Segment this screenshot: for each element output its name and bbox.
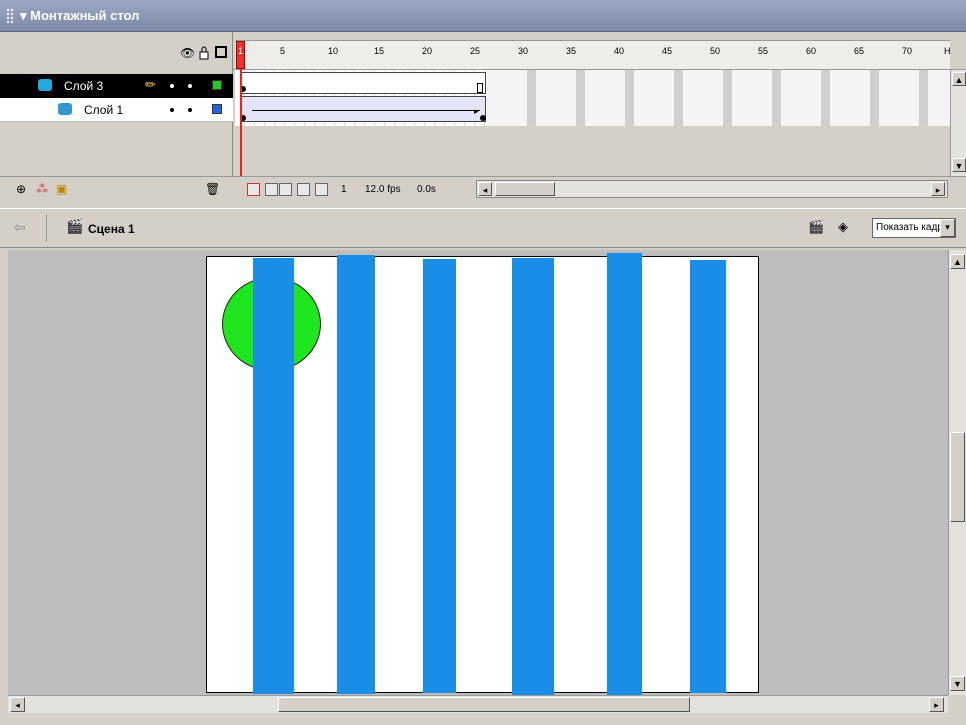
layer-row-sloi-1[interactable]: Слой 1	[0, 98, 233, 122]
add-folder-icon[interactable]: ▣	[56, 182, 67, 196]
modify-onion-markers-icon[interactable]	[315, 183, 328, 196]
layer-color-swatch[interactable]	[212, 80, 222, 90]
motion-guide-icon	[58, 103, 72, 115]
ruler-label: 40	[614, 46, 625, 56]
ruler-label: 65	[854, 46, 865, 56]
layer-icon	[38, 79, 52, 91]
keyframe[interactable]	[480, 115, 486, 121]
scroll-right-arrow-icon[interactable]: ▸	[931, 182, 945, 196]
layer-color-swatch[interactable]	[212, 104, 222, 114]
scroll-right-arrow-icon[interactable]: ▸	[929, 697, 944, 712]
lock-icon[interactable]	[197, 46, 211, 60]
blue-stripe[interactable]	[423, 259, 456, 693]
frame-rate[interactable]: 12.0 fps	[362, 181, 404, 199]
ruler-label: 1	[238, 46, 244, 56]
ruler-label: 15	[374, 46, 385, 56]
elapsed-time: 0.0s	[417, 184, 436, 195]
chevron-down-icon[interactable]: ▾	[940, 219, 955, 237]
visibility-dot[interactable]	[170, 108, 174, 112]
ruler-label: 70	[902, 46, 913, 56]
ruler-label: 60	[806, 46, 817, 56]
timeline-horizontal-scrollbar[interactable]: ◂ ▸	[476, 180, 948, 198]
scroll-down-arrow-icon[interactable]: ▼	[952, 158, 966, 172]
divider	[46, 214, 47, 242]
scroll-thumb[interactable]	[495, 182, 555, 196]
delete-layer-icon[interactable]: 🗑	[205, 182, 220, 196]
blue-stripe[interactable]	[512, 258, 554, 696]
frame-grid-empty[interactable]	[487, 70, 950, 126]
timeline-panel-title[interactable]	[0, 0, 966, 32]
center-frame-icon[interactable]	[247, 183, 260, 196]
timeline-vertical-scrollbar[interactable]: ▲ ▼	[950, 70, 966, 176]
panel-grip-icon[interactable]	[6, 8, 14, 24]
scroll-up-arrow-icon[interactable]: ▲	[950, 254, 965, 269]
tween-arrowhead: ▸	[474, 106, 479, 116]
scroll-down-arrow-icon[interactable]: ▼	[950, 676, 965, 691]
add-motion-guide-icon[interactable]: ⁂	[36, 182, 48, 196]
ruler-label: 5	[280, 46, 286, 56]
scroll-left-arrow-icon[interactable]: ◂	[478, 182, 492, 196]
ruler-label: 20	[422, 46, 433, 56]
layer-name: Слой 1	[84, 103, 124, 117]
scroll-left-arrow-icon[interactable]: ◂	[10, 697, 25, 712]
stage-horizontal-scrollbar[interactable]: ◂ ▸	[8, 695, 948, 713]
motion-tween-arrow	[252, 110, 480, 111]
lock-dot[interactable]	[188, 108, 192, 112]
layer-row-sloi-3[interactable]: Слой 3 ✏	[0, 74, 233, 98]
outline-icon[interactable]	[214, 46, 228, 60]
scroll-thumb[interactable]	[950, 432, 965, 522]
edit-multiple-frames-icon[interactable]	[297, 183, 310, 196]
add-layer-icon[interactable]: ⊕	[16, 182, 26, 196]
blue-stripe[interactable]	[690, 260, 726, 693]
current-frame: 1	[341, 184, 347, 195]
back-arrow-icon[interactable]: ⇦	[14, 219, 26, 236]
ruler-label: 30	[518, 46, 529, 56]
ruler-label: 50	[710, 46, 721, 56]
onion-skin-icon[interactable]	[265, 183, 278, 196]
ruler-label: 10	[328, 46, 339, 56]
scene-icon: 🎬	[66, 218, 84, 234]
ruler-label: 55	[758, 46, 769, 56]
blue-stripe[interactable]	[607, 253, 642, 696]
scroll-thumb[interactable]	[278, 697, 690, 712]
edit-scene-icon[interactable]: 🎬	[808, 219, 824, 235]
ruler-label: 35	[566, 46, 577, 56]
scroll-up-arrow-icon[interactable]: ▲	[952, 72, 966, 86]
ruler-label: H	[944, 46, 951, 56]
onion-outline-icon[interactable]	[279, 183, 292, 196]
frame-span-layer-1[interactable]	[240, 96, 486, 122]
blue-stripe[interactable]	[337, 255, 375, 694]
status-strip	[0, 713, 966, 725]
pencil-icon: ✏	[145, 77, 156, 92]
scene-label[interactable]: Сцена 1	[88, 222, 135, 236]
visibility-dot[interactable]	[170, 84, 174, 88]
frame-ruler[interactable]	[235, 40, 950, 70]
ruler-label: 25	[470, 46, 481, 56]
eye-icon[interactable]: 👁	[180, 46, 195, 60]
layer-name: Слой 3	[64, 79, 104, 93]
stage-vertical-scrollbar[interactable]: ▲ ▼	[948, 250, 966, 695]
end-frame[interactable]	[477, 83, 483, 93]
frame-span-layer-3[interactable]	[240, 72, 486, 94]
lock-dot[interactable]	[188, 84, 192, 88]
ruler-label: 45	[662, 46, 673, 56]
blue-stripe[interactable]	[253, 258, 294, 694]
edit-symbols-icon[interactable]: ◈	[838, 219, 848, 235]
panel-title[interactable]: ▾ Монтажный стол	[20, 8, 139, 24]
